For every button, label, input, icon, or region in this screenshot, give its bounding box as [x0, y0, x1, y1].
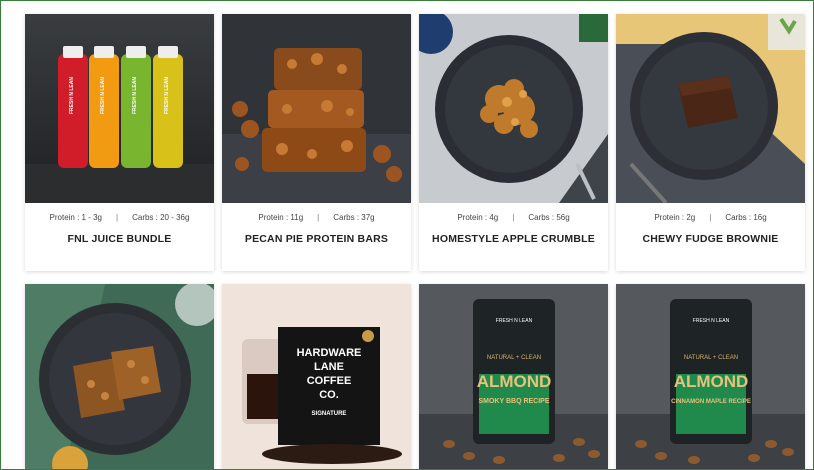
product-card-pecan-pie-bars[interactable]: Protein : 11g | Carbs : 37g PECAN PIE PR…: [222, 14, 411, 271]
juice-bottles-image[interactable]: FRESH N LEAN FRESH N LEAN FRESH N LEAN F…: [25, 14, 214, 203]
svg-text:ALMOND: ALMOND: [674, 372, 749, 391]
almond-bag-maple-image[interactable]: FRESH N LEAN NATURAL + CLEAN ALMOND CINN…: [616, 284, 805, 469]
svg-text:FRESH N LEAN: FRESH N LEAN: [132, 77, 138, 114]
product-card-apple-crumble[interactable]: Protein : 4g | Carbs : 56g HOMESTYLE APP…: [419, 14, 608, 271]
svg-text:ALMOND: ALMOND: [477, 372, 552, 391]
svg-text:FRESH N LEAN: FRESH N LEAN: [100, 77, 106, 114]
apple-crumble-image[interactable]: [419, 14, 608, 203]
nutrition-info: Protein : 11g | Carbs : 37g: [222, 203, 411, 231]
nutrition-info: Protein : 1 - 3g | Carbs : 20 - 36g: [25, 203, 214, 231]
svg-text:CO.: CO.: [319, 389, 339, 401]
protein-info: Protein : 4g: [457, 212, 499, 222]
coffee-bag-image[interactable]: HARDWARE LANE COFFEE CO. SIGNATURE: [222, 284, 411, 469]
carbs-info: Carbs : 37g: [333, 212, 375, 222]
carbs-info: Carbs : 56g: [528, 212, 570, 222]
protein-info: Protein : 2g: [654, 212, 696, 222]
protein-info: Protein : 1 - 3g: [49, 212, 103, 222]
product-card-granola-bar[interactable]: [25, 284, 214, 469]
protein-info: Protein : 11g: [258, 212, 304, 222]
product-card-almond-bbq[interactable]: FRESH N LEAN NATURAL + CLEAN ALMOND SMOK…: [419, 284, 608, 469]
product-card-fudge-brownie[interactable]: Protein : 2g | Carbs : 16g CHEWY FUDGE B…: [616, 14, 805, 271]
svg-text:NATURAL + CLEAN: NATURAL + CLEAN: [684, 355, 738, 361]
nutrition-info: Protein : 2g | Carbs : 16g: [616, 203, 805, 231]
protein-bars-image[interactable]: [222, 14, 411, 203]
carbs-info: Carbs : 16g: [725, 212, 767, 222]
svg-text:FRESH N LEAN: FRESH N LEAN: [496, 318, 533, 324]
svg-text:FRESH N LEAN: FRESH N LEAN: [164, 77, 170, 114]
product-card-almond-maple[interactable]: FRESH N LEAN NATURAL + CLEAN ALMOND CINN…: [616, 284, 805, 469]
svg-text:FRESH N LEAN: FRESH N LEAN: [693, 318, 730, 324]
separator: |: [317, 212, 320, 222]
svg-text:FRESH N LEAN: FRESH N LEAN: [69, 77, 75, 114]
svg-text:NATURAL + CLEAN: NATURAL + CLEAN: [487, 355, 541, 361]
product-title[interactable]: CHEWY FUDGE BROWNIE: [616, 231, 805, 271]
almond-bag-bbq-image[interactable]: FRESH N LEAN NATURAL + CLEAN ALMOND SMOK…: [419, 284, 608, 469]
svg-text:LANE: LANE: [314, 361, 344, 373]
nutrition-info: Protein : 4g | Carbs : 56g: [419, 203, 608, 231]
product-title[interactable]: FNL JUICE BUNDLE: [25, 231, 214, 271]
product-card-juice-bundle[interactable]: FRESH N LEAN FRESH N LEAN FRESH N LEAN F…: [25, 14, 214, 271]
svg-text:CINNAMON MAPLE RECIPE: CINNAMON MAPLE RECIPE: [671, 399, 751, 405]
carbs-info: Carbs : 20 - 36g: [132, 212, 190, 222]
brownie-image[interactable]: [616, 14, 805, 203]
separator: |: [709, 212, 712, 222]
product-grid-frame: FRESH N LEAN FRESH N LEAN FRESH N LEAN F…: [0, 0, 814, 470]
product-title[interactable]: HOMESTYLE APPLE CRUMBLE: [419, 231, 608, 271]
product-title[interactable]: PECAN PIE PROTEIN BARS: [222, 231, 411, 271]
granola-bar-image[interactable]: [25, 284, 214, 469]
svg-text:COFFEE: COFFEE: [307, 375, 352, 387]
svg-text:HARDWARE: HARDWARE: [297, 347, 362, 359]
product-card-coffee[interactable]: HARDWARE LANE COFFEE CO. SIGNATURE: [222, 284, 411, 469]
svg-text:SMOKY BBQ RECIPE: SMOKY BBQ RECIPE: [478, 398, 549, 405]
separator: |: [512, 212, 515, 222]
product-grid: FRESH N LEAN FRESH N LEAN FRESH N LEAN F…: [25, 14, 805, 469]
separator: |: [116, 212, 119, 222]
svg-text:SIGNATURE: SIGNATURE: [312, 411, 347, 417]
